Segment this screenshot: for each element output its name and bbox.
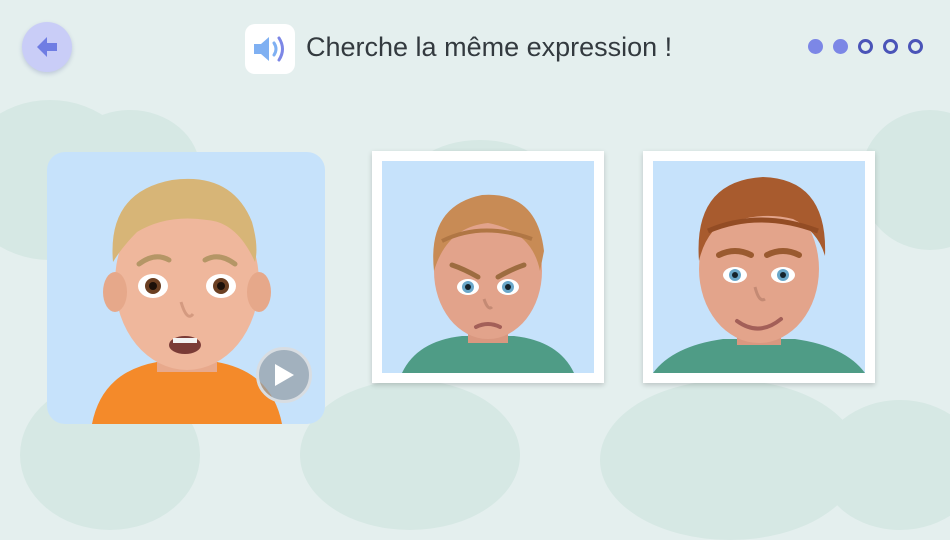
progress-dot-completed [808, 39, 823, 54]
arrow-left-icon [37, 37, 57, 57]
progress-dot-pending [883, 39, 898, 54]
page-title: Cherche la même expression ! [306, 32, 673, 62]
progress-indicator [808, 39, 923, 54]
speaker-button[interactable] [245, 24, 295, 74]
speaker-icon [254, 36, 284, 62]
choice-image-frame [653, 161, 865, 373]
angry-face-image [402, 194, 574, 373]
play-icon [275, 364, 294, 386]
progress-dot-pending [908, 39, 923, 54]
play-button[interactable] [256, 347, 312, 403]
back-button[interactable] [22, 22, 72, 72]
choice-card-1[interactable] [372, 151, 604, 383]
smiling-face-image [653, 177, 865, 373]
choice-card-2[interactable] [643, 151, 875, 383]
progress-dot-completed [833, 39, 848, 54]
progress-dot-pending [858, 39, 873, 54]
choice-image-frame [382, 161, 594, 373]
